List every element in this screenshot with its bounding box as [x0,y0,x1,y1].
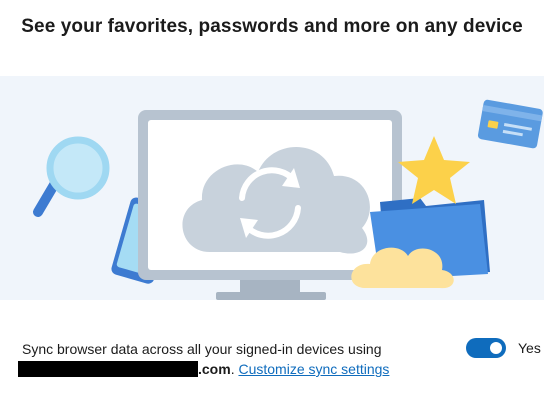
page-title: See your favorites, passwords and more o… [21,16,523,37]
sync-toggle[interactable] [466,338,506,358]
sync-toggle-row: Yes [466,338,541,358]
sync-description: Sync browser data across all your signed… [18,339,442,379]
sentence-period: . [230,361,235,377]
magnifier-icon [33,136,110,217]
redacted-account [18,361,198,377]
account-domain-suffix: .com [198,361,231,377]
customize-sync-settings-link[interactable]: Customize sync settings [238,361,389,377]
sync-description-text: Sync browser data across all your signed… [22,341,382,357]
sync-illustration [0,76,544,300]
credit-card-icon [477,99,543,149]
toggle-knob [490,342,502,354]
sync-toggle-label: Yes [518,340,541,356]
star-icon [398,136,470,204]
sync-settings-page: See your favorites, passwords and more o… [0,0,544,413]
